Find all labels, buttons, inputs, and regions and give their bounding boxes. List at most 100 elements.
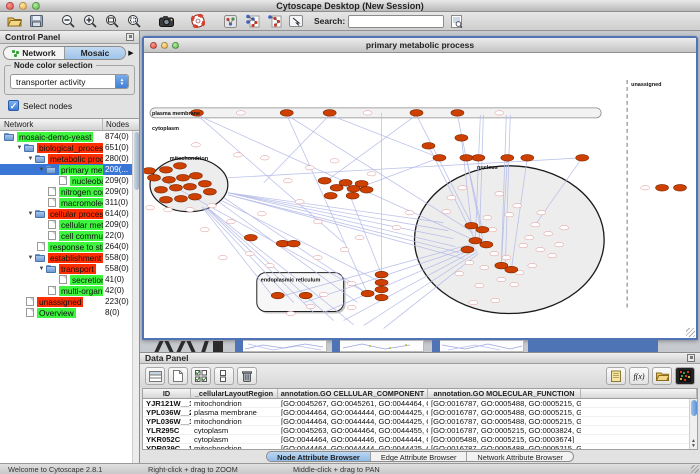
gene-label-node[interactable] bbox=[306, 304, 315, 308]
expand-arrow-icon[interactable]: ▼ bbox=[15, 145, 24, 151]
gene-label-node[interactable] bbox=[313, 255, 322, 259]
minimize-button[interactable] bbox=[19, 2, 27, 10]
column-header[interactable]: ID bbox=[143, 389, 191, 398]
tree-row[interactable]: ▼biological_process651(0) bbox=[0, 142, 139, 153]
gene-label-node[interactable] bbox=[236, 111, 245, 115]
zoom-selected-region-icon[interactable] bbox=[124, 13, 144, 30]
table-row[interactable]: YKR052Ccytoplasm[GO:0044464, GO:0044446,… bbox=[143, 435, 697, 444]
gene-label-node[interactable] bbox=[447, 196, 456, 200]
table-cell[interactable]: YKR052C bbox=[143, 435, 191, 443]
tab-overflow-arrow-icon[interactable]: ▶ bbox=[126, 49, 136, 57]
gene-label-node[interactable] bbox=[537, 211, 546, 215]
browser-tab-0[interactable]: Node Attribute Browser bbox=[267, 452, 371, 461]
gene-node[interactable] bbox=[147, 174, 160, 181]
gene-label-node[interactable] bbox=[355, 235, 364, 239]
zoom-fit-icon[interactable] bbox=[102, 13, 122, 30]
expand-arrow-icon[interactable]: ▼ bbox=[37, 167, 46, 173]
gene-label-node[interactable] bbox=[305, 166, 314, 170]
snapshot-camera-icon[interactable] bbox=[156, 13, 176, 30]
gene-node[interactable] bbox=[159, 196, 172, 203]
gene-label-node[interactable] bbox=[490, 251, 499, 255]
gene-label-node[interactable] bbox=[502, 255, 511, 259]
gene-label-node[interactable] bbox=[295, 200, 304, 204]
gene-label-node[interactable] bbox=[469, 300, 478, 304]
network-annotation-icon[interactable] bbox=[220, 13, 240, 30]
table-cell[interactable]: cytoplasm bbox=[191, 435, 278, 443]
search-input[interactable] bbox=[349, 16, 444, 27]
gene-label-node[interactable] bbox=[340, 247, 349, 251]
select-first-neighbors-icon[interactable] bbox=[242, 13, 262, 30]
table-cell[interactable]: mitochondrion bbox=[191, 444, 278, 450]
gene-node[interactable] bbox=[451, 110, 464, 117]
background-window-3[interactable] bbox=[432, 340, 524, 352]
tree-row[interactable]: ▼metabolic process280(0) bbox=[0, 153, 139, 164]
gene-label-node[interactable] bbox=[330, 159, 339, 163]
table-scrollbar[interactable]: ▲▼ bbox=[689, 399, 697, 449]
gene-node[interactable] bbox=[422, 143, 435, 150]
delete-attribute-trash-icon[interactable] bbox=[237, 367, 257, 385]
gene-label-node[interactable] bbox=[260, 156, 269, 160]
scroll-arrows-icon[interactable]: ▲▼ bbox=[690, 439, 697, 449]
table-cell[interactable]: YPL036W__1 bbox=[143, 417, 191, 425]
gene-node[interactable] bbox=[375, 279, 388, 286]
gene-node[interactable] bbox=[361, 290, 374, 297]
network-edge[interactable] bbox=[287, 115, 474, 233]
tree-row[interactable]: multi-organism pro42(0) bbox=[0, 285, 139, 296]
gene-node[interactable] bbox=[656, 184, 669, 191]
column-header[interactable]: annotation.GO MOLECULAR_FUNCTION bbox=[428, 389, 581, 398]
background-window-2[interactable] bbox=[332, 340, 424, 352]
app-resize-grip[interactable] bbox=[691, 465, 699, 473]
tree-row[interactable]: cellular metabo209(0) bbox=[0, 219, 139, 230]
save-session-icon[interactable] bbox=[26, 13, 46, 30]
gene-node[interactable] bbox=[460, 155, 473, 162]
gene-node[interactable] bbox=[375, 294, 388, 301]
gene-node[interactable] bbox=[476, 226, 489, 233]
column-header[interactable]: annotation.GO CELLULAR_COMPONENT bbox=[278, 389, 428, 398]
browser-tab-1[interactable]: Edge Attribute Browser bbox=[371, 452, 468, 461]
gene-node[interactable] bbox=[469, 237, 482, 244]
formula-builder-icon[interactable]: f(x) bbox=[629, 367, 649, 385]
gene-node[interactable] bbox=[505, 266, 518, 273]
zoom-out-icon[interactable] bbox=[58, 13, 78, 30]
gene-label-node[interactable] bbox=[488, 227, 497, 231]
tree-row[interactable]: Overview8(0) bbox=[0, 307, 139, 318]
tree-row[interactable]: nucleobase-209(0) bbox=[0, 175, 139, 186]
gene-label-node[interactable] bbox=[442, 210, 451, 214]
background-window-1[interactable] bbox=[235, 340, 327, 352]
tab-mosaic[interactable]: Mosaic bbox=[65, 47, 125, 59]
gene-node[interactable] bbox=[174, 195, 187, 202]
import-attributes-folder-icon[interactable] bbox=[652, 367, 672, 385]
open-session-icon[interactable] bbox=[4, 13, 24, 30]
gene-node[interactable] bbox=[154, 186, 167, 193]
gene-label-node[interactable] bbox=[505, 213, 514, 217]
tree-row[interactable]: unassigned223(0) bbox=[0, 296, 139, 307]
tree-row[interactable]: cell communicat22(0) bbox=[0, 230, 139, 241]
tree-row[interactable]: nitrogen compo209(0) bbox=[0, 186, 139, 197]
tree-scrollbar[interactable] bbox=[132, 131, 139, 463]
gene-label-node[interactable] bbox=[483, 216, 492, 220]
network-edge[interactable] bbox=[330, 115, 440, 158]
gene-label-node[interactable] bbox=[319, 292, 328, 296]
gene-node[interactable] bbox=[203, 188, 216, 195]
table-row[interactable]: YJR121W__1mitochondrion[GO:0045267, GO:0… bbox=[143, 399, 697, 408]
table-cell[interactable]: cytoplasm bbox=[191, 426, 278, 434]
gene-node[interactable] bbox=[339, 179, 352, 186]
gene-node[interactable] bbox=[375, 286, 388, 293]
gene-node[interactable] bbox=[323, 110, 336, 117]
gene-node[interactable] bbox=[244, 234, 257, 241]
browser-tab-2[interactable]: Network Attribute Browser bbox=[467, 452, 572, 461]
gene-label-node[interactable] bbox=[497, 277, 506, 281]
table-cell[interactable]: [GO:0016787, GO:0005488, GO:0005215, G..… bbox=[428, 399, 581, 407]
gene-label-node[interactable] bbox=[347, 281, 356, 285]
gene-node[interactable] bbox=[576, 155, 589, 162]
notepad-icon[interactable] bbox=[606, 367, 626, 385]
table-cell[interactable]: [GO:0005488, GO:0005215, GO:0003674] bbox=[428, 435, 581, 443]
gene-label-node[interactable] bbox=[495, 111, 504, 115]
gene-label-node[interactable] bbox=[525, 235, 534, 239]
gene-label-node[interactable] bbox=[528, 263, 537, 267]
table-row[interactable]: YPL036W__2plasma membrane[GO:0044464, GO… bbox=[143, 408, 697, 417]
zoom-in-icon[interactable] bbox=[80, 13, 100, 30]
table-cell[interactable]: [GO:0044464, GO:0044444, GO:0044425, G..… bbox=[278, 417, 428, 425]
table-row[interactable]: YDR039C__1mitochondrion[GO:0044464, GO:0… bbox=[143, 444, 697, 450]
table-cell[interactable]: YLR295C bbox=[143, 426, 191, 434]
